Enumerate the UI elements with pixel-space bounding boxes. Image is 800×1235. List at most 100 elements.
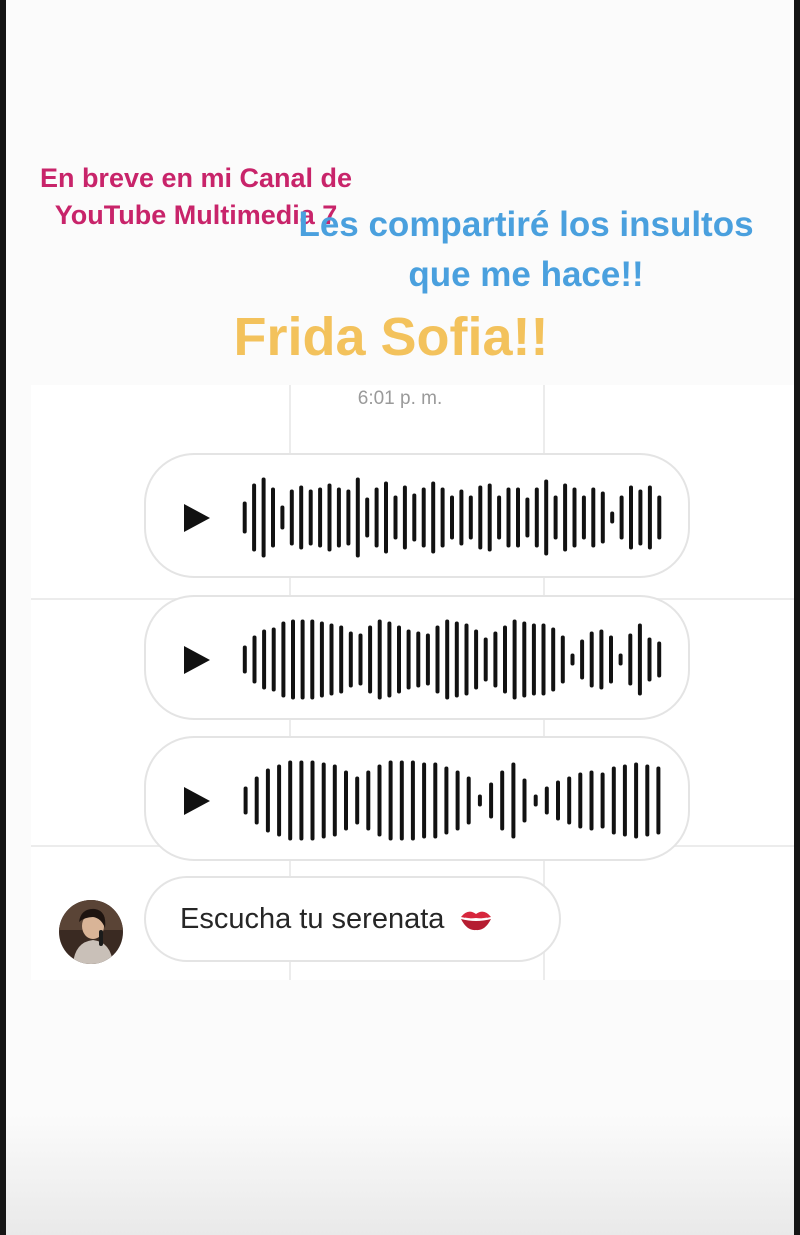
waveform bbox=[242, 477, 662, 558]
waveform-bar bbox=[647, 637, 652, 682]
waveform-bar bbox=[445, 619, 450, 700]
waveform-bar bbox=[388, 760, 393, 841]
waveform-bar bbox=[493, 631, 498, 688]
waveform-bar bbox=[366, 770, 371, 831]
waveform-bar bbox=[336, 487, 341, 548]
waveform-bar bbox=[319, 621, 324, 698]
waveform-bar bbox=[365, 497, 370, 538]
waveform-bar bbox=[252, 483, 257, 552]
waveform-bar bbox=[599, 629, 604, 690]
waveform-bar bbox=[374, 487, 379, 548]
waveform-bar bbox=[377, 764, 382, 837]
waveform-bar bbox=[412, 493, 417, 542]
waveform-bar bbox=[609, 635, 613, 684]
waveform-bar bbox=[289, 489, 294, 546]
waveform-bar bbox=[478, 485, 483, 550]
profile-avatar[interactable] bbox=[59, 900, 123, 964]
waveform-bar bbox=[610, 511, 615, 524]
waveform-bar bbox=[567, 776, 572, 825]
waveform-bar bbox=[533, 794, 538, 807]
text-message-bubble[interactable]: Escucha tu serenata bbox=[144, 876, 561, 962]
waveform-bar bbox=[629, 485, 633, 550]
bottom-gradient bbox=[6, 1115, 794, 1235]
waveform-bar bbox=[634, 762, 639, 839]
waveform-bar bbox=[622, 764, 627, 837]
waveform-bar bbox=[477, 794, 482, 807]
play-icon[interactable] bbox=[182, 785, 212, 817]
voice-message-3[interactable] bbox=[144, 736, 690, 861]
waveform-bar bbox=[421, 487, 426, 548]
waveform-bar bbox=[399, 760, 404, 841]
text-message: Escucha tu serenata bbox=[180, 902, 445, 935]
waveform-bar bbox=[497, 495, 502, 540]
waveform-bar bbox=[657, 495, 662, 540]
waveform-bar bbox=[628, 633, 633, 686]
waveform-bar bbox=[355, 776, 360, 825]
caption-insults-notice: Les compartiré los insultos que me hace!… bbox=[298, 205, 754, 294]
waveform-bar bbox=[288, 760, 293, 841]
waveform-bar bbox=[318, 487, 323, 548]
waveform-bar bbox=[516, 487, 520, 548]
waveform-bar bbox=[410, 760, 415, 841]
waveform-bar bbox=[355, 477, 360, 558]
waveform-bar bbox=[487, 483, 492, 552]
waveform-bar bbox=[397, 625, 401, 694]
waveform bbox=[242, 619, 662, 700]
waveform-bar bbox=[433, 762, 438, 839]
waveform bbox=[243, 760, 661, 841]
waveform-bar bbox=[637, 623, 642, 696]
waveform-bar bbox=[299, 485, 304, 550]
waveform-bar bbox=[464, 623, 469, 696]
waveform-bar bbox=[310, 760, 315, 841]
waveform-bar bbox=[310, 619, 315, 700]
waveform-bar bbox=[544, 479, 549, 556]
waveform-bar bbox=[346, 489, 351, 546]
waveform-bar bbox=[580, 639, 585, 680]
waveform-bar bbox=[321, 762, 326, 839]
waveform-bar bbox=[262, 629, 267, 690]
waveform-bar bbox=[570, 653, 575, 666]
waveform-bar bbox=[563, 483, 568, 552]
waveform-bar bbox=[657, 641, 662, 678]
waveform-bar bbox=[531, 623, 536, 696]
waveform-bar bbox=[638, 489, 643, 546]
waveform-bar bbox=[261, 477, 266, 558]
waveform-bar bbox=[265, 768, 270, 833]
waveform-bar bbox=[534, 487, 539, 548]
waveform-bar bbox=[368, 625, 373, 694]
waveform-bar bbox=[254, 776, 259, 825]
waveform-bar bbox=[578, 772, 583, 829]
waveform-bar bbox=[384, 481, 388, 554]
story-frame: En breve en mi Canal de YouTube Multimed… bbox=[6, 0, 794, 1235]
waveform-bar bbox=[600, 772, 605, 829]
waveform-bar bbox=[308, 489, 313, 546]
waveform-bar bbox=[589, 770, 594, 831]
waveform-bar bbox=[252, 635, 257, 684]
play-icon[interactable] bbox=[182, 502, 212, 534]
waveform-bar bbox=[459, 489, 464, 546]
waveform-bar bbox=[619, 495, 624, 540]
waveform-bar bbox=[511, 762, 516, 839]
waveform-bar bbox=[656, 766, 661, 835]
waveform-bar bbox=[348, 631, 353, 688]
waveform-bar bbox=[387, 621, 392, 698]
waveform-bar bbox=[500, 770, 505, 831]
waveform-bar bbox=[512, 619, 517, 700]
waveform-bar bbox=[242, 501, 247, 534]
waveform-bar bbox=[468, 495, 473, 540]
kiss-mark-icon bbox=[461, 911, 492, 931]
waveform-bar bbox=[450, 495, 454, 540]
voice-message-2[interactable] bbox=[144, 595, 690, 720]
waveform-bar bbox=[280, 505, 285, 530]
waveform-bar bbox=[556, 780, 560, 821]
voice-message-1[interactable] bbox=[144, 453, 690, 578]
waveform-bar bbox=[454, 621, 459, 698]
waveform-bar bbox=[489, 782, 494, 819]
waveform-bar bbox=[393, 495, 398, 540]
waveform-bar bbox=[332, 764, 337, 837]
waveform-bar bbox=[560, 635, 565, 684]
waveform-bar bbox=[377, 619, 382, 700]
play-icon[interactable] bbox=[182, 644, 212, 676]
waveform-bar bbox=[611, 766, 616, 835]
waveform-bar bbox=[358, 633, 363, 686]
